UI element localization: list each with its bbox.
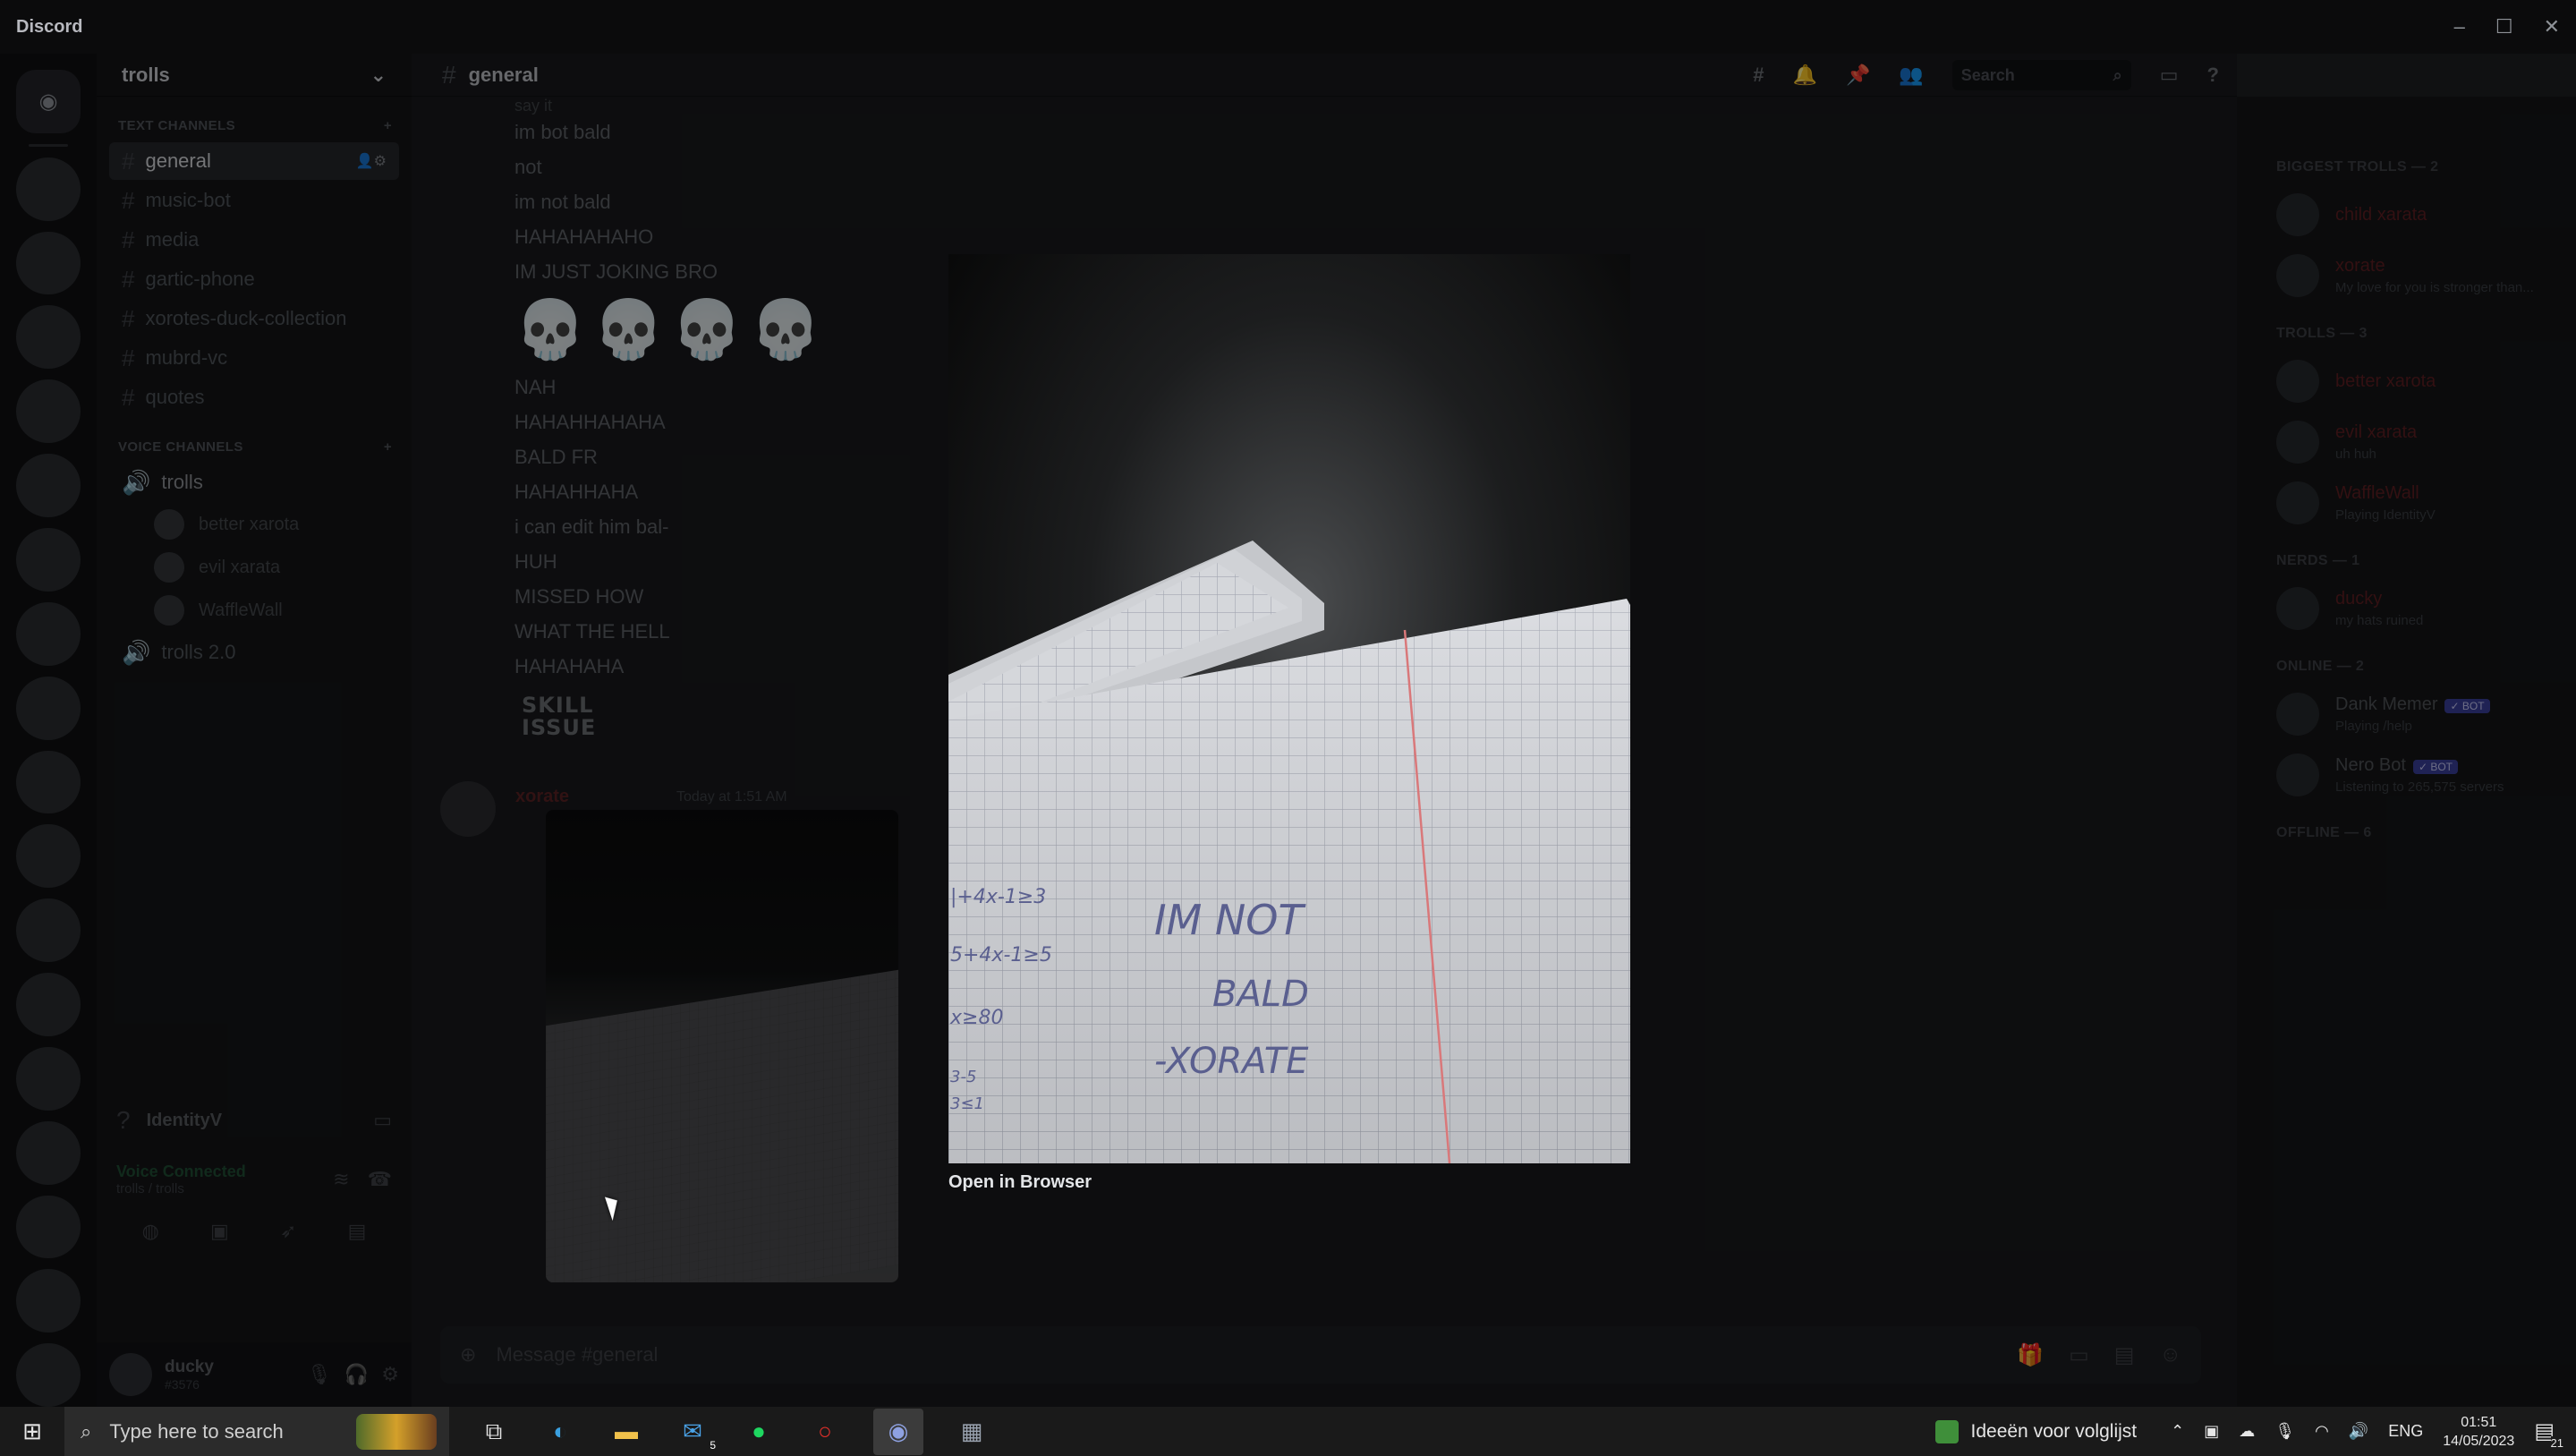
opera-icon[interactable]: ○ xyxy=(807,1414,843,1450)
news-text: Ideeën voor volglijst xyxy=(1970,1420,2138,1442)
search-icon: ⌕ xyxy=(81,1419,92,1443)
volume-icon[interactable]: 🔊 xyxy=(2349,1422,2368,1441)
photos-icon[interactable]: ▦ xyxy=(954,1414,990,1450)
taskbar-search-placeholder: Type here to search xyxy=(109,1419,284,1443)
microphone-icon[interactable]: 🎙 xyxy=(2274,1422,2295,1441)
handwriting-line: -XORATE xyxy=(1154,1041,1309,1082)
notification-icon[interactable]: ▤ 21 xyxy=(2534,1418,2563,1450)
handwriting-line: BALD xyxy=(1212,974,1309,1015)
cloud-icon[interactable]: ☁ xyxy=(2239,1422,2255,1441)
margin-note: 3≤1 xyxy=(950,1094,984,1113)
chevron-up-icon[interactable]: ⌃ xyxy=(2171,1422,2184,1441)
close-button[interactable]: ✕ xyxy=(2544,15,2560,38)
image-lightbox[interactable]: IM NOT BALD -XORATE |+4x-1≥3 5+4x-1≥5 x≥… xyxy=(948,254,1630,1163)
margin-note: 3-5 xyxy=(950,1068,976,1086)
notification-count: 21 xyxy=(2550,1436,2563,1450)
search-highlight-image xyxy=(356,1414,437,1450)
notebook-photo: IM NOT BALD -XORATE |+4x-1≥3 5+4x-1≥5 x≥… xyxy=(948,254,1630,1163)
task-view-icon[interactable]: ⧉ xyxy=(476,1414,512,1450)
clock[interactable]: 01:51 14/05/2023 xyxy=(2443,1413,2514,1451)
file-explorer-icon[interactable]: ▬ xyxy=(608,1414,644,1450)
news-widget[interactable]: Ideeën voor volglijst xyxy=(1934,1419,2138,1443)
app-title: Discord xyxy=(16,16,83,37)
wifi-icon[interactable]: ◠ xyxy=(2315,1422,2329,1441)
margin-note: |+4x-1≥3 xyxy=(950,886,1046,908)
clock-time: 01:51 xyxy=(2461,1414,2497,1430)
open-in-browser-link[interactable]: Open in Browser xyxy=(948,1172,1092,1193)
mail-icon[interactable]: ✉ 5 xyxy=(675,1414,716,1452)
clock-date: 14/05/2023 xyxy=(2443,1433,2515,1449)
edge-browser-icon[interactable]: ◐ xyxy=(542,1414,578,1450)
minimize-button[interactable]: – xyxy=(2454,15,2465,38)
meet-icon[interactable]: ▣ xyxy=(2204,1422,2219,1441)
maximize-button[interactable]: ☐ xyxy=(2495,15,2513,38)
discord-taskbar-icon[interactable]: ◉ xyxy=(873,1408,923,1455)
news-icon xyxy=(1934,1419,1959,1443)
taskbar-search[interactable]: ⌕ Type here to search xyxy=(64,1407,449,1456)
language-indicator[interactable]: ENG xyxy=(2388,1422,2423,1441)
window-controls: – ☐ ✕ xyxy=(2454,15,2560,38)
mail-badge: 5 xyxy=(710,1438,716,1452)
system-tray: Ideeën voor volglijst ⌃ ▣ ☁ 🎙 ◠ 🔊 ENG 01… xyxy=(1934,1407,2576,1456)
spotify-icon[interactable]: ● xyxy=(741,1414,777,1450)
margin-note: x≥80 xyxy=(949,1007,1003,1029)
windows-start-icon[interactable]: ⊞ xyxy=(0,1407,64,1456)
margin-note: 5+4x-1≥5 xyxy=(950,944,1052,966)
title-bar: Discord – ☐ ✕ xyxy=(0,0,2576,54)
windows-taskbar: ⊞ ⌕ Type here to search ⧉ ◐ ▬ ✉ 5 ● ○ ◉ ▦… xyxy=(0,1407,2576,1456)
taskbar-apps: ⧉ ◐ ▬ ✉ 5 ● ○ ◉ ▦ xyxy=(476,1408,990,1455)
handwriting-line: IM NOT xyxy=(1154,896,1306,944)
